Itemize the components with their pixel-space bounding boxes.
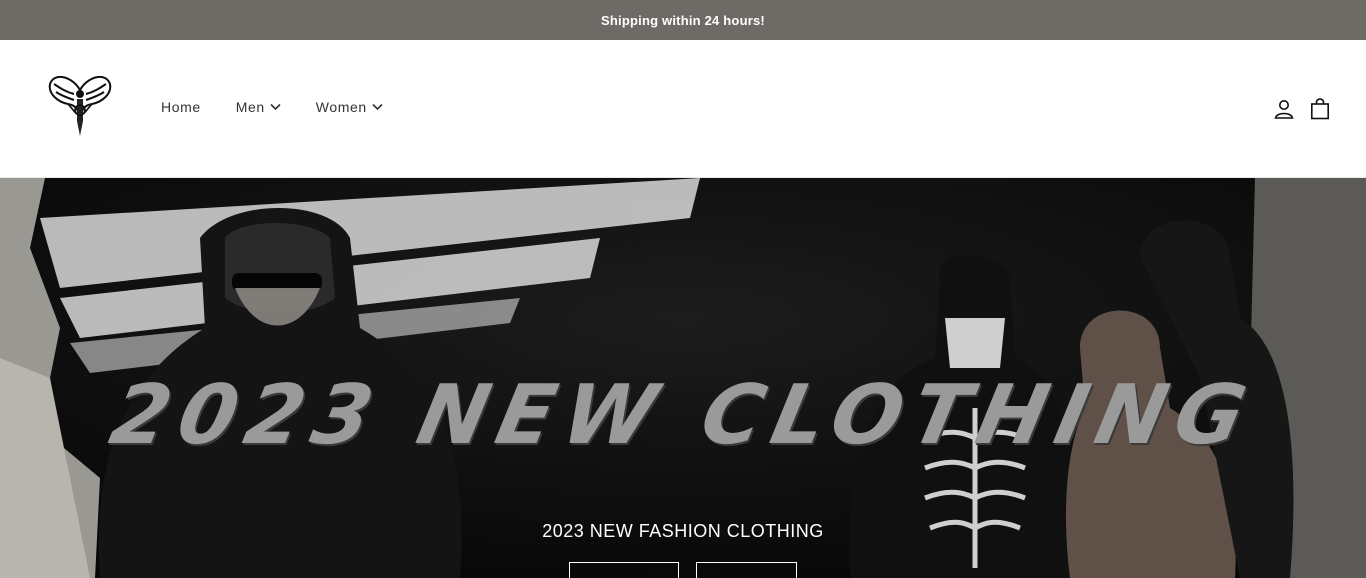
chevron-down-icon [270,103,281,111]
nav-women-label: Women [315,99,367,115]
hero-button-primary[interactable] [569,562,679,578]
nav-men[interactable]: Men [236,99,281,115]
brand-logo[interactable] [44,70,116,142]
main-nav: Home Men Women [161,99,418,115]
nav-home[interactable]: Home [161,99,201,115]
hero-subtitle: 2023 NEW FASHION CLOTHING [542,521,824,541]
account-button[interactable] [1272,97,1296,121]
account-icon [1274,100,1294,119]
site-header: Home Men Women [0,40,1366,178]
chevron-down-icon [372,103,383,111]
header-actions [1260,97,1332,121]
nav-men-label: Men [235,99,265,115]
nav-women[interactable]: Women [316,99,383,115]
announcement-text: Shipping within 24 hours! [601,12,765,28]
cart-button[interactable] [1308,97,1332,121]
announcement-bar: Shipping within 24 hours! [0,0,1366,40]
hero-button-secondary[interactable] [696,562,797,578]
hero-title: 2023 NEW CLOTHING [102,368,1264,463]
nav-home-label: Home [161,99,201,115]
winged-figure-logo-icon [48,75,112,136]
cart-icon [1310,98,1329,120]
hero-banner: 2023 NEW CLOTHING 2023 NEW FASHION CLOTH… [0,178,1366,578]
